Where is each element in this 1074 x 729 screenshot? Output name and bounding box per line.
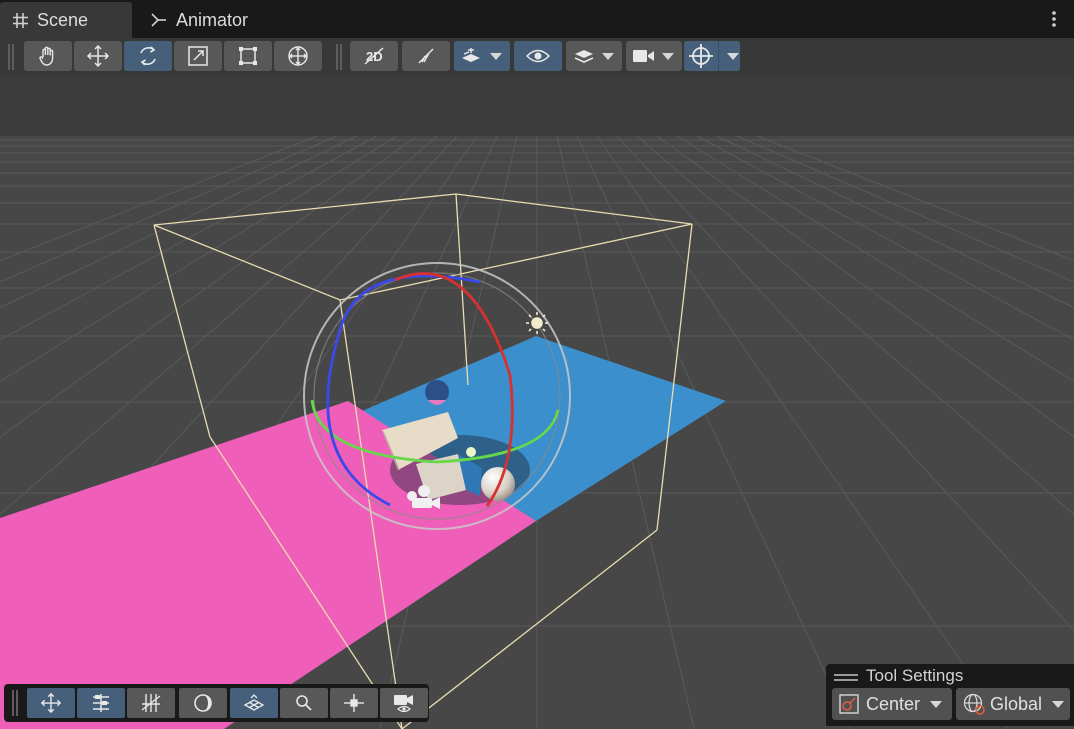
hand-icon [39, 46, 54, 66]
lighting-icon [418, 48, 434, 64]
more-options-icon[interactable] [1044, 9, 1064, 29]
pivot-center-icon [839, 694, 859, 714]
rotate-tool-button[interactable] [124, 41, 172, 71]
pivot-handle [466, 447, 476, 457]
scene-viewport[interactable] [0, 76, 1074, 729]
transform-tool-button[interactable] [274, 41, 322, 71]
chevron-down-icon [602, 52, 614, 60]
eye-icon [526, 49, 550, 63]
camera-icon [633, 50, 654, 62]
chevron-down-icon [490, 52, 502, 60]
scale-icon [188, 46, 208, 66]
shading-icon [194, 694, 212, 712]
align-overlay-button[interactable] [77, 688, 125, 718]
pivot-mode-value: Center [866, 693, 921, 714]
chevron-down-icon [1052, 700, 1065, 708]
search-overlay-button[interactable] [280, 688, 328, 718]
tool-settings-overlay: Tool Settings Center Global [826, 664, 1074, 726]
grid-snap-icon [141, 694, 161, 712]
layers-dropdown[interactable] [566, 41, 622, 71]
move-overlay-button[interactable] [27, 688, 75, 718]
tool-settings-title: Tool Settings [866, 666, 964, 685]
chevron-down-icon [727, 52, 739, 60]
2d-view-icon: 2D [364, 47, 384, 65]
split-divider [718, 41, 719, 71]
layers-icon [574, 50, 594, 63]
orientation-icon [344, 694, 364, 712]
scale-tool-button[interactable] [174, 41, 222, 71]
gizmo-icon [689, 44, 713, 68]
tab-scene[interactable]: Scene [0, 2, 132, 38]
tab-scene-label: Scene [37, 9, 89, 30]
orientation-overlay-button[interactable] [330, 688, 378, 718]
grid-overlay-button[interactable] [230, 688, 278, 718]
chevron-down-icon [662, 52, 674, 60]
camera-overlay-button[interactable] [380, 688, 428, 718]
scene-fx-dropdown[interactable] [454, 41, 510, 71]
lighting-toggle-button[interactable] [402, 41, 450, 71]
shading-overlay-button[interactable] [179, 688, 227, 718]
pivot-mode-dropdown[interactable]: Center [832, 688, 952, 720]
grid-snap-overlay-button[interactable] [127, 688, 175, 718]
toolbar-grip-2[interactable] [336, 44, 342, 70]
animator-icon [151, 13, 166, 27]
move-icon [86, 44, 110, 68]
move-tool-button[interactable] [74, 41, 122, 71]
move-icon [40, 692, 62, 714]
tab-animator-label: Animator [176, 9, 249, 30]
overlay-toolbar [4, 684, 429, 722]
chevron-down-icon [930, 700, 943, 708]
scene-toolbar: 2D [0, 38, 1074, 76]
layers-fx-icon [462, 48, 480, 62]
pivot-rotation-value: Global [990, 693, 1043, 714]
camera-preview-icon [394, 695, 413, 713]
window-tab-bar: Scene Animator [0, 0, 1074, 38]
globe-icon [963, 693, 985, 715]
search-icon [296, 695, 312, 711]
gizmos-dropdown[interactable] [684, 41, 740, 71]
align-icon [93, 694, 109, 712]
hand-tool-button[interactable] [24, 41, 72, 71]
tool-settings-handle[interactable] [834, 674, 858, 682]
scene-render [0, 76, 1074, 729]
toolbar-grip[interactable] [8, 44, 14, 70]
pivot-rotation-dropdown[interactable]: Global [956, 688, 1070, 720]
visibility-toggle-button[interactable] [514, 41, 562, 71]
transform-icon [288, 46, 308, 66]
grid-icon [13, 12, 28, 28]
rect-icon [239, 47, 257, 65]
grid-plane-icon [243, 694, 265, 711]
rotate-icon [140, 46, 156, 66]
rect-tool-button[interactable] [224, 41, 272, 71]
2d-toggle-button[interactable]: 2D [350, 41, 398, 71]
overlay-grip[interactable] [12, 690, 18, 716]
camera-dropdown[interactable] [626, 41, 682, 71]
tab-animator[interactable]: Animator [140, 2, 270, 38]
